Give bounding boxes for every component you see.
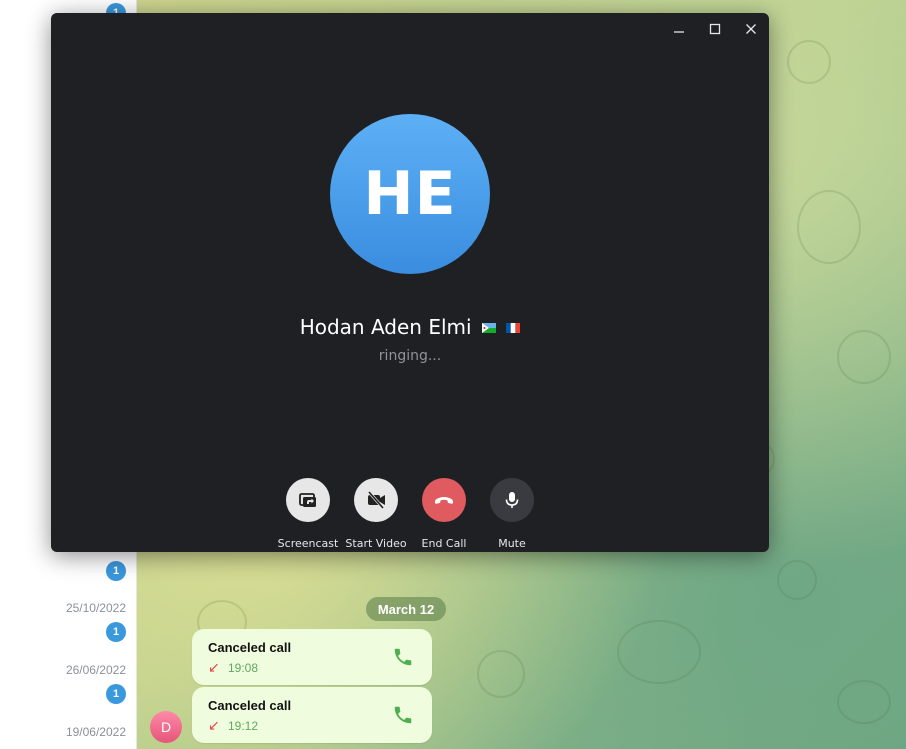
chat-date: 25/10/2022 <box>65 601 126 615</box>
doodle <box>787 40 831 84</box>
end-call-icon <box>435 497 453 504</box>
doodle <box>837 330 891 384</box>
close-icon <box>746 24 756 34</box>
call-status: ringing... <box>378 348 442 364</box>
missed-call-arrow-icon: ↙ <box>208 659 220 675</box>
mute-label: Mute <box>498 537 526 550</box>
screencast-icon <box>299 493 316 507</box>
chat-date: 19/06/2022 <box>65 725 126 739</box>
mute-control: Mute <box>467 478 557 550</box>
call-window: HE Hodan Aden Elmi ringing... Screencast <box>51 13 769 552</box>
start-video-button[interactable] <box>354 478 398 522</box>
call-message[interactable]: Canceled call ↙ 19:08 <box>192 629 432 685</box>
minimize-icon <box>674 31 684 33</box>
doodle <box>617 620 701 684</box>
djibouti-flag-icon <box>481 322 496 333</box>
message-time: 19:12 <box>228 719 259 733</box>
france-flag-icon <box>506 322 521 333</box>
doodle <box>797 190 861 264</box>
call-message[interactable]: Canceled call ↙ 19:12 <box>192 687 432 743</box>
doodle <box>837 680 891 724</box>
video-off-icon <box>367 491 385 509</box>
phone-icon[interactable] <box>392 646 414 668</box>
message-time: 19:08 <box>228 661 259 675</box>
mute-button[interactable] <box>490 478 534 522</box>
close-button[interactable] <box>739 17 763 41</box>
sender-avatar[interactable]: D <box>150 711 182 743</box>
message-title: Canceled call <box>208 640 292 655</box>
unread-badge: 1 <box>106 622 126 642</box>
phone-icon[interactable] <box>392 704 414 726</box>
minimize-button[interactable] <box>667 17 691 41</box>
end-call-button[interactable] <box>422 478 466 522</box>
message-title: Canceled call <box>208 698 292 713</box>
maximize-icon <box>709 23 721 35</box>
doodle <box>777 560 817 600</box>
caller-avatar: HE <box>330 114 490 274</box>
chat-date: 26/06/2022 <box>65 663 126 677</box>
microphone-icon <box>505 492 519 508</box>
doodle <box>477 650 525 698</box>
screencast-button[interactable] <box>286 478 330 522</box>
missed-call-arrow-icon: ↙ <box>208 717 220 733</box>
unread-badge: 1 <box>106 561 126 581</box>
maximize-button[interactable] <box>703 17 727 41</box>
date-separator: March 12 <box>366 597 446 621</box>
caller-name: Hodan Aden Elmi <box>299 315 472 339</box>
unread-badge: 1 <box>106 684 126 704</box>
caller-name-row: Hodan Aden Elmi <box>51 315 769 339</box>
